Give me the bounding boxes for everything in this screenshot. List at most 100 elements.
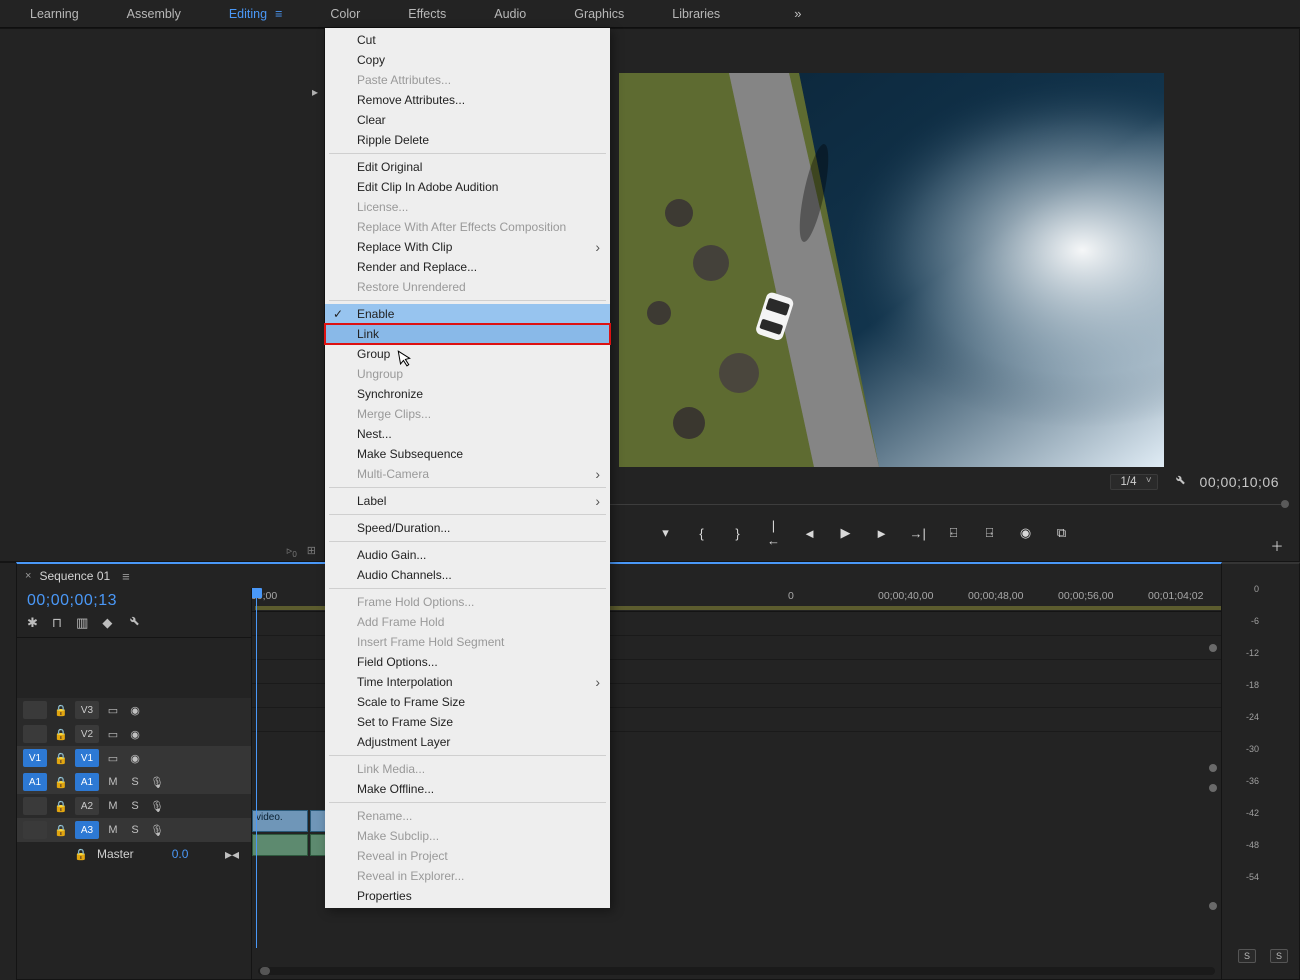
voiceover-record-icon[interactable]: 🎙: [149, 824, 165, 837]
track-target[interactable]: V1: [75, 749, 99, 767]
track-source-patch[interactable]: [23, 701, 47, 719]
context-menu-item-adjustment-layer[interactable]: Adjustment Layer: [325, 732, 610, 752]
track-source-patch[interactable]: [23, 797, 47, 815]
add-marker-icon[interactable]: ▾: [658, 525, 674, 541]
workspace-overflow-icon[interactable]: »: [784, 6, 811, 21]
video-track-header-V2[interactable]: 🔒V2▭◉: [17, 722, 251, 746]
master-track-header[interactable]: 🔒Master0.0▸◂: [17, 842, 251, 866]
workspace-tab-audio[interactable]: Audio: [470, 0, 550, 28]
workspace-tab-assembly[interactable]: Assembly: [103, 0, 205, 28]
play-icon[interactable]: ▶: [838, 525, 854, 541]
add-marker-tl-icon[interactable]: ◆: [102, 615, 112, 631]
track-target[interactable]: A1: [75, 773, 99, 791]
workspace-tab-editing[interactable]: Editing≡: [205, 0, 307, 28]
context-menu-item-speed-duration[interactable]: Speed/Duration...: [325, 518, 610, 538]
context-menu-item-synchronize[interactable]: Synchronize: [325, 384, 610, 404]
sync-lock-icon[interactable]: ◉: [127, 728, 143, 741]
playhead-timecode[interactable]: 00;00;00;13: [27, 592, 241, 610]
context-menu-item-copy[interactable]: Copy: [325, 50, 610, 70]
toggle-track-output-icon[interactable]: ▭: [105, 752, 121, 765]
toggle-track-output-icon[interactable]: ▭: [105, 728, 121, 741]
lock-icon[interactable]: 🔒: [73, 848, 89, 861]
context-menu-item-scale-to-frame-size[interactable]: Scale to Frame Size: [325, 692, 610, 712]
program-scale-dropdown[interactable]: 1/4: [1110, 474, 1158, 490]
close-tab-icon[interactable]: ×: [25, 570, 31, 582]
video-clip[interactable]: video.: [252, 810, 308, 832]
context-menu-item-cut[interactable]: Cut: [325, 30, 610, 50]
master-level-value[interactable]: 0.0: [172, 847, 189, 861]
source-foot-icon[interactable]: ▹0: [287, 544, 297, 559]
step-fwd-icon[interactable]: ►: [874, 526, 890, 541]
mark-in-icon[interactable]: {: [694, 526, 710, 541]
context-menu-item-edit-original[interactable]: Edit Original: [325, 157, 610, 177]
tab-menu-icon[interactable]: ≡: [122, 569, 130, 584]
snap-icon[interactable]: ✱: [27, 615, 38, 631]
timeline-sequence-tab[interactable]: Sequence 01: [39, 569, 110, 583]
context-menu-item-render-and-replace[interactable]: Render and Replace...: [325, 257, 610, 277]
context-menu-item-properties[interactable]: Properties: [325, 886, 610, 906]
solo-right-button[interactable]: S: [1270, 949, 1288, 963]
panel-collapse-icon[interactable]: ▸: [312, 85, 318, 99]
context-menu-item-audio-gain[interactable]: Audio Gain...: [325, 545, 610, 565]
context-menu-item-edit-clip-in-adobe-audition[interactable]: Edit Clip In Adobe Audition: [325, 177, 610, 197]
insert-icon[interactable]: ⍇: [946, 525, 962, 541]
workspace-tab-learning[interactable]: Learning: [6, 0, 103, 28]
video-track-header-V1[interactable]: V1 🔒 V1 ▭ ◉: [17, 746, 251, 770]
lock-icon[interactable]: 🔒: [53, 800, 69, 813]
lock-icon[interactable]: 🔒: [53, 752, 69, 765]
workspace-tab-color[interactable]: Color: [306, 0, 384, 28]
lock-icon[interactable]: 🔒: [53, 704, 69, 717]
toggle-track-output-icon[interactable]: ▭: [105, 704, 121, 717]
linked-selection-icon[interactable]: ⊓: [52, 615, 62, 631]
track-target[interactable]: A2: [75, 797, 99, 815]
video-track-header-V3[interactable]: 🔒 V3 ▭ ◉: [17, 698, 251, 722]
context-menu-item-time-interpolation[interactable]: Time Interpolation: [325, 672, 610, 692]
audio-clip[interactable]: [252, 834, 308, 856]
workspace-tab-graphics[interactable]: Graphics: [550, 0, 648, 28]
step-back-icon[interactable]: ◄: [802, 526, 818, 541]
context-menu-item-remove-attributes[interactable]: Remove Attributes...: [325, 90, 610, 110]
sync-lock-icon[interactable]: ◉: [127, 704, 143, 717]
audio-track-header-A2[interactable]: 🔒A2MS🎙: [17, 794, 251, 818]
context-menu-item-nest[interactable]: Nest...: [325, 424, 610, 444]
timeline-horiz-scrollbar[interactable]: [258, 967, 1215, 975]
mute-icon[interactable]: M: [105, 776, 121, 788]
timeline-settings-icon[interactable]: [126, 614, 140, 631]
context-menu-item-replace-with-clip[interactable]: Replace With Clip: [325, 237, 610, 257]
track-source-patch[interactable]: [23, 821, 47, 839]
context-menu-item-group[interactable]: Group: [325, 344, 610, 364]
context-menu-item-ripple-delete[interactable]: Ripple Delete: [325, 130, 610, 150]
track-source-patch[interactable]: [23, 725, 47, 743]
solo-icon[interactable]: S: [127, 776, 143, 788]
audio-track-header-A1[interactable]: A1🔒A1MS🎙: [17, 770, 251, 794]
context-menu-item-link[interactable]: Link: [325, 324, 610, 344]
workspace-tab-menu-icon[interactable]: ≡: [275, 7, 282, 21]
source-foot-icon-2[interactable]: ⊞: [307, 544, 316, 559]
voiceover-record-icon[interactable]: 🎙: [149, 800, 165, 813]
program-video[interactable]: [619, 73, 1164, 467]
overwrite-icon[interactable]: ⍈: [982, 525, 998, 541]
workspace-tab-libraries[interactable]: Libraries: [648, 0, 744, 28]
lift-icon[interactable]: ⧉: [1054, 525, 1070, 541]
mixer-icon[interactable]: ▸◂: [225, 846, 239, 863]
go-to-in-icon[interactable]: |←: [766, 518, 782, 548]
context-menu-item-audio-channels[interactable]: Audio Channels...: [325, 565, 610, 585]
audio-track-header-A3[interactable]: 🔒A3MS🎙: [17, 818, 251, 842]
workspace-tab-effects[interactable]: Effects: [384, 0, 470, 28]
settings-wrench-icon[interactable]: [1172, 473, 1186, 490]
context-menu-item-set-to-frame-size[interactable]: Set to Frame Size: [325, 712, 610, 732]
solo-left-button[interactable]: S: [1238, 949, 1256, 963]
solo-icon[interactable]: S: [127, 824, 143, 836]
lock-icon[interactable]: 🔒: [53, 824, 69, 837]
track-target[interactable]: V2: [75, 725, 99, 743]
export-frame-icon[interactable]: ◉: [1018, 525, 1034, 541]
context-menu-item-label[interactable]: Label: [325, 491, 610, 511]
mute-icon[interactable]: M: [105, 800, 121, 812]
track-source-patch[interactable]: V1: [23, 749, 47, 767]
playhead-indicator[interactable]: [256, 588, 257, 948]
voiceover-record-icon[interactable]: 🎙: [149, 776, 165, 789]
sync-lock-icon[interactable]: ◉: [127, 752, 143, 765]
context-menu-item-field-options[interactable]: Field Options...: [325, 652, 610, 672]
mark-out-icon[interactable]: }: [730, 526, 746, 541]
track-target[interactable]: V3: [75, 701, 99, 719]
